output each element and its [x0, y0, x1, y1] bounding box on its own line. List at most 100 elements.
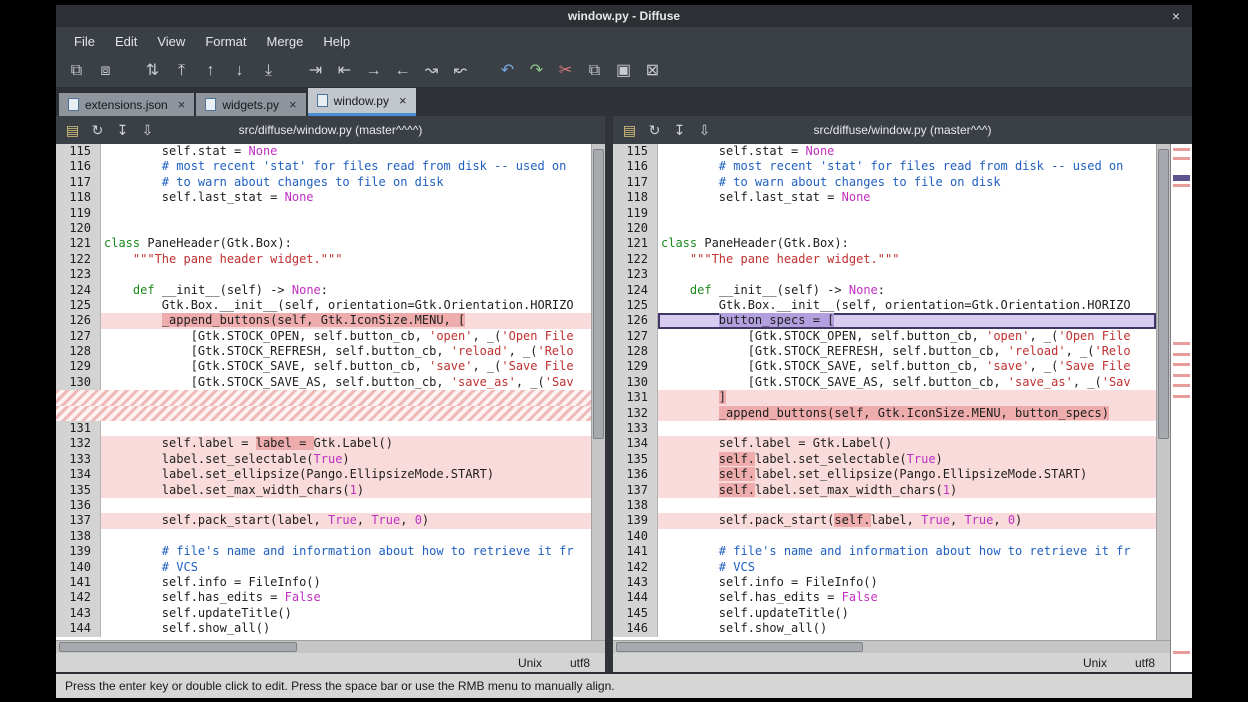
code-line[interactable]: 117 # to warn about changes to file on d… [56, 175, 591, 190]
tab-close-button[interactable]: × [399, 93, 407, 108]
realign-all-button[interactable]: ⇅ [138, 58, 167, 84]
code-line[interactable]: 146 self.show_all() [613, 621, 1156, 636]
code-line[interactable]: 119 [56, 206, 591, 221]
undo-button[interactable]: ↶ [493, 58, 522, 84]
code-line[interactable]: 115 self.stat = None [56, 144, 591, 159]
code-line[interactable]: 129 [Gtk.STOCK_SAVE, self.button_cb, 'sa… [613, 359, 1156, 374]
code-line[interactable]: 125 Gtk.Box.__init__(self, orientation=G… [56, 298, 591, 313]
code-line[interactable]: 131 [56, 421, 591, 436]
new-2way-file-merge-button[interactable]: ⧉ [62, 58, 91, 84]
code-line[interactable]: 136 [56, 498, 591, 513]
code-line[interactable]: 133 [613, 421, 1156, 436]
code-line[interactable]: 124 def __init__(self) -> None: [613, 283, 1156, 298]
cut-button[interactable]: ✂ [551, 58, 580, 84]
code-line[interactable]: 132 _append_buttons(self, Gtk.IconSize.M… [613, 406, 1156, 421]
code-line[interactable]: 130 [Gtk.STOCK_SAVE_AS, self.button_cb, … [613, 375, 1156, 390]
tab-window-py[interactable]: window.py× [308, 88, 416, 116]
code-line[interactable]: 138 [613, 498, 1156, 513]
right-hscrollbar[interactable] [613, 640, 1170, 653]
code-line[interactable]: 121class PaneHeader(Gtk.Box): [56, 236, 591, 251]
code-line[interactable]: 137 self.pack_start(label, True, True, 0… [56, 513, 591, 528]
last-difference-button[interactable]: ⤓ [254, 58, 283, 84]
redo-button[interactable]: ↷ [522, 58, 551, 84]
copy-selection-right-button[interactable]: ⇥ [301, 58, 330, 84]
code-line[interactable]: 118 self.last_stat = None [613, 190, 1156, 205]
code-line[interactable]: 141 self.info = FileInfo() [56, 575, 591, 590]
right-vscrollbar-thumb[interactable] [1158, 149, 1169, 439]
tab-widgets-py[interactable]: widgets.py× [196, 93, 305, 116]
code-line[interactable]: 127 [Gtk.STOCK_OPEN, self.button_cb, 'op… [613, 329, 1156, 344]
save-file-button[interactable]: ↧ [110, 118, 135, 142]
code-line[interactable]: 136 self.label.set_ellipsize(Pango.Ellip… [613, 467, 1156, 482]
code-line[interactable]: 126 _append_buttons(self, Gtk.IconSize.M… [56, 313, 591, 328]
code-line[interactable]: 122 """The pane header widget.""" [56, 252, 591, 267]
code-line[interactable]: 120 [613, 221, 1156, 236]
code-line[interactable]: 139 # file's name and information about … [56, 544, 591, 559]
code-line[interactable]: 118 self.last_stat = None [56, 190, 591, 205]
open-file-button[interactable]: ▤ [60, 118, 85, 142]
copy-button[interactable]: ⧉ [580, 58, 609, 84]
code-line[interactable]: 125 Gtk.Box.__init__(self, orientation=G… [613, 298, 1156, 313]
paste-button[interactable]: ▣ [609, 58, 638, 84]
menu-merge[interactable]: Merge [256, 30, 313, 53]
left-hscrollbar[interactable] [56, 640, 605, 653]
next-difference-button[interactable]: ↓ [225, 58, 254, 84]
code-line[interactable]: 115 self.stat = None [613, 144, 1156, 159]
code-line[interactable]: 120 [56, 221, 591, 236]
tab-close-button[interactable]: × [178, 97, 186, 112]
code-line[interactable]: 145 self.updateTitle() [613, 606, 1156, 621]
menu-edit[interactable]: Edit [105, 30, 147, 53]
code-line[interactable]: 142 # VCS [613, 560, 1156, 575]
code-line[interactable]: 139 self.pack_start(self.label, True, Tr… [613, 513, 1156, 528]
left-vscrollbar-thumb[interactable] [593, 149, 604, 439]
code-line[interactable]: 132 self.label = label = Gtk.Label() [56, 436, 591, 451]
diff-map[interactable] [1170, 144, 1192, 672]
code-line[interactable]: 137 self.label.set_max_width_chars(1) [613, 483, 1156, 498]
code-line[interactable]: 144 self.show_all() [56, 621, 591, 636]
save-file-as-button[interactable]: ⇩ [135, 118, 160, 142]
first-difference-button[interactable]: ⤒ [167, 58, 196, 84]
new-3way-file-merge-button[interactable]: ⧈ [91, 58, 120, 84]
code-line[interactable]: 117 # to warn about changes to file on d… [613, 175, 1156, 190]
tab-close-button[interactable]: × [289, 97, 297, 112]
menu-file[interactable]: File [64, 30, 105, 53]
code-line[interactable]: 134 label.set_ellipsize(Pango.EllipsizeM… [56, 467, 591, 482]
code-line[interactable]: 138 [56, 529, 591, 544]
code-line[interactable]: 131 ] [613, 390, 1156, 405]
code-line[interactable]: 128 [Gtk.STOCK_REFRESH, self.button_cb, … [613, 344, 1156, 359]
left-hscrollbar-thumb[interactable] [59, 642, 297, 652]
copy-selection-left-button[interactable]: ⇤ [330, 58, 359, 84]
reload-file-button[interactable]: ↻ [642, 118, 667, 142]
save-file-button[interactable]: ↧ [667, 118, 692, 142]
code-line[interactable]: 122 """The pane header widget.""" [613, 252, 1156, 267]
menu-view[interactable]: View [147, 30, 195, 53]
clear-edits-button[interactable]: ⊠ [638, 58, 667, 84]
right-vscrollbar[interactable] [1156, 144, 1170, 640]
code-line[interactable]: 142 self.has_edits = False [56, 590, 591, 605]
code-line[interactable]: 126 button_specs = [ [613, 313, 1156, 328]
code-line[interactable]: 143 self.info = FileInfo() [613, 575, 1156, 590]
code-line[interactable]: 119 [613, 206, 1156, 221]
code-line[interactable]: 143 self.updateTitle() [56, 606, 591, 621]
left-vscrollbar[interactable] [591, 144, 605, 640]
copy-right-into-selection-button[interactable]: ← [388, 58, 417, 84]
menu-format[interactable]: Format [195, 30, 256, 53]
tab-extensions-json[interactable]: extensions.json× [59, 93, 194, 116]
code-line[interactable]: 129 [Gtk.STOCK_SAVE, self.button_cb, 'sa… [56, 359, 591, 374]
copy-left-into-selection-button[interactable]: → [359, 58, 388, 84]
right-hscrollbar-thumb[interactable] [616, 642, 863, 652]
menu-help[interactable]: Help [313, 30, 360, 53]
code-line[interactable]: 135 label.set_max_width_chars(1) [56, 483, 591, 498]
code-line[interactable]: 127 [Gtk.STOCK_OPEN, self.button_cb, 'op… [56, 329, 591, 344]
merge-from-right-then-left-button[interactable]: ↜ [446, 58, 475, 84]
window-close-button[interactable]: × [1172, 5, 1180, 27]
open-file-button[interactable]: ▤ [617, 118, 642, 142]
code-line[interactable]: 123 [56, 267, 591, 282]
code-line[interactable]: 134 self.label = Gtk.Label() [613, 436, 1156, 451]
merge-from-left-then-right-button[interactable]: ↝ [417, 58, 446, 84]
code-line[interactable]: 124 def __init__(self) -> None: [56, 283, 591, 298]
code-line[interactable]: 133 label.set_selectable(True) [56, 452, 591, 467]
code-line[interactable]: 140 [613, 529, 1156, 544]
code-line[interactable]: 121class PaneHeader(Gtk.Box): [613, 236, 1156, 251]
reload-file-button[interactable]: ↻ [85, 118, 110, 142]
